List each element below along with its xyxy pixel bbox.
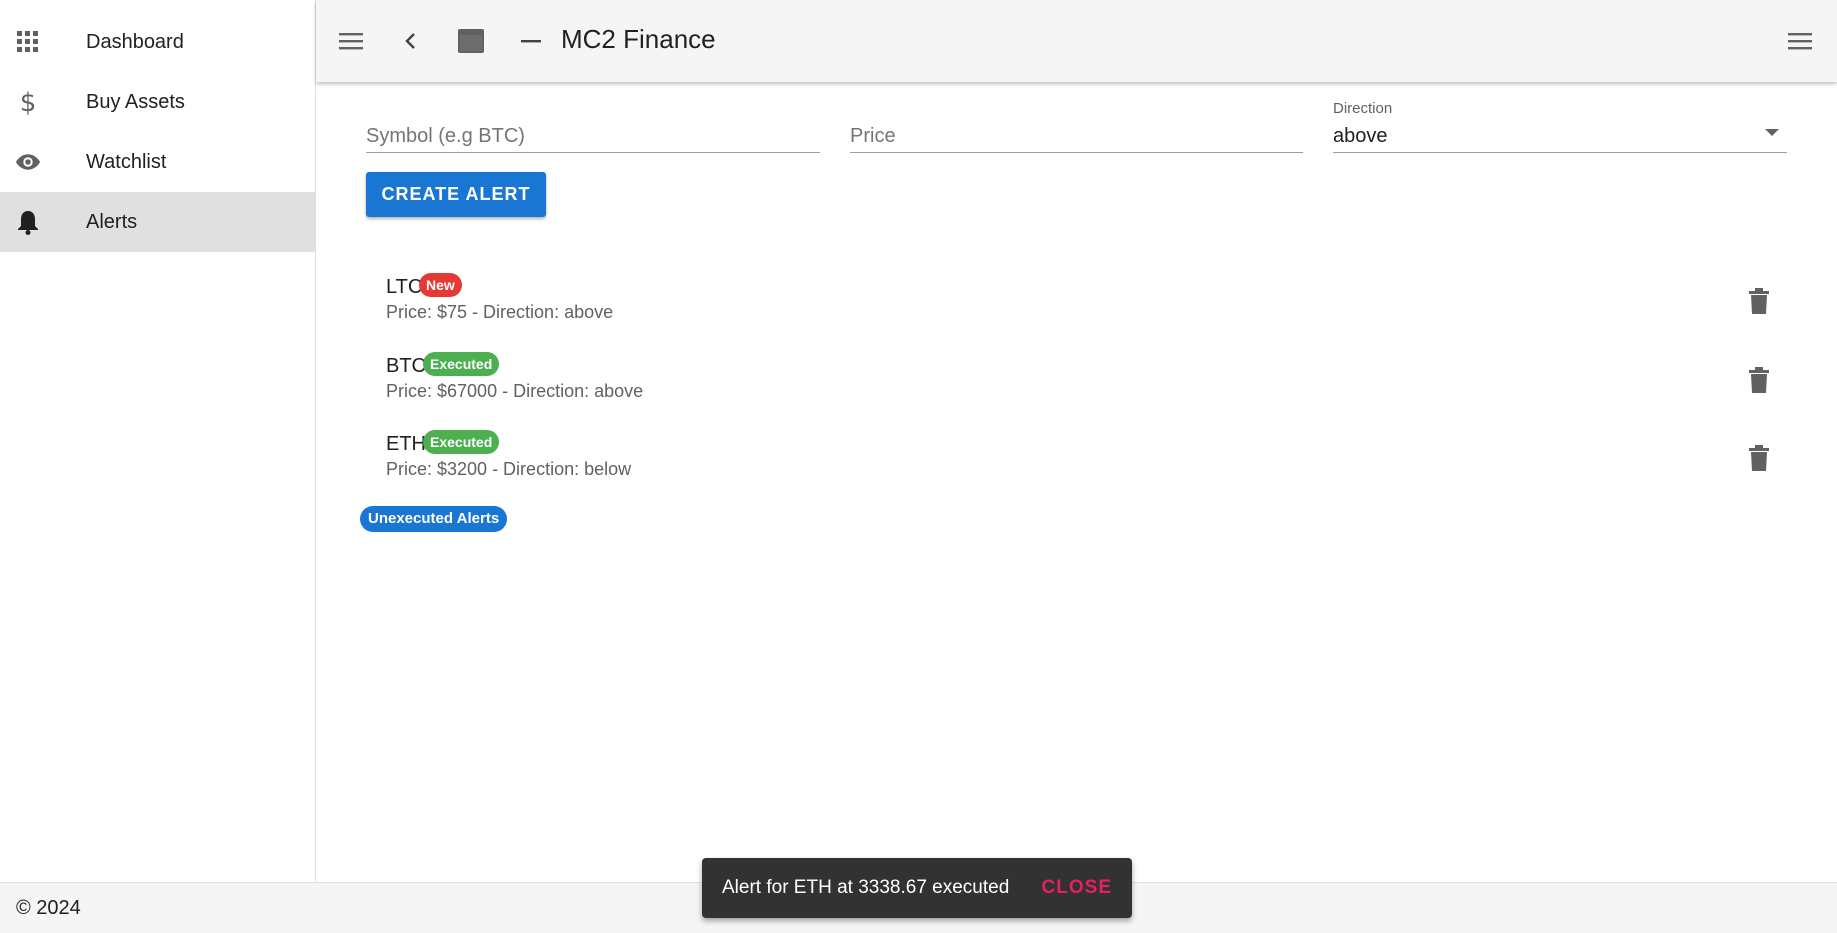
sidebar-item-label: Watchlist — [86, 150, 167, 173]
sidebar-item-label: Buy Assets — [86, 90, 185, 113]
bell-icon — [16, 210, 40, 235]
sidebar-item-alerts[interactable]: Alerts — [0, 192, 315, 252]
create-alert-button[interactable]: CREATE ALERT — [366, 172, 546, 217]
direction-select[interactable]: Direction above — [1333, 100, 1787, 153]
price-field — [850, 100, 1303, 153]
more-menu-icon[interactable] — [1785, 26, 1815, 56]
alert-symbol: ETH — [386, 433, 426, 455]
alert-description: Price: $75 - Direction: above — [386, 302, 614, 322]
alert-list-item: LTC New Price: $75 - Direction: above — [386, 273, 1776, 346]
svg-text:$: $ — [20, 88, 37, 116]
alert-symbol: BTC — [386, 355, 426, 377]
executed-badge: Executed — [423, 352, 500, 376]
sidebar-item-label: Alerts — [86, 210, 138, 233]
delete-icon[interactable] — [1742, 363, 1776, 397]
new-badge: New — [419, 273, 462, 297]
snackbar: Alert for ETH at 3338.67 executed CLOSE — [702, 858, 1132, 918]
alert-list-item: ETH Executed Price: $3200 - Direction: b… — [386, 430, 1776, 503]
alert-list-item: BTC Executed Price: $67000 - Direction: … — [386, 352, 1776, 425]
minimize-icon[interactable] — [516, 26, 546, 56]
alert-description: Price: $3200 - Direction: below — [386, 459, 632, 479]
price-input[interactable] — [850, 125, 1303, 148]
symbol-input[interactable] — [366, 125, 820, 148]
symbol-field — [366, 100, 820, 153]
sidebar-item-buy-assets[interactable]: $ Buy Assets — [0, 72, 315, 132]
menu-icon[interactable] — [336, 26, 366, 56]
direction-value: above — [1333, 125, 1388, 147]
dollar-icon: $ — [16, 88, 40, 116]
direction-label: Direction — [1333, 100, 1393, 117]
eye-icon — [16, 150, 40, 174]
delete-icon[interactable] — [1742, 441, 1776, 475]
snackbar-message: Alert for ETH at 3338.67 executed — [722, 877, 1010, 898]
snackbar-close-button[interactable]: CLOSE — [1042, 877, 1112, 899]
dropdown-caret-icon — [1765, 129, 1779, 136]
unexecuted-alerts-chip[interactable]: Unexecuted Alerts — [360, 506, 508, 532]
delete-icon[interactable] — [1742, 284, 1776, 318]
executed-badge: Executed — [423, 430, 500, 454]
alert-description: Price: $67000 - Direction: above — [386, 381, 644, 401]
sidebar-item-label: Dashboard — [86, 30, 184, 53]
page-title: MC2 Finance — [561, 24, 716, 54]
copyright-text: © 2024 — [16, 897, 81, 919]
alert-symbol: LTC — [386, 276, 423, 298]
sidebar-item-dashboard[interactable]: Dashboard — [0, 12, 315, 72]
window-icon[interactable] — [456, 26, 486, 56]
sidebar: Dashboard $ Buy Assets Watchlist Alerts — [0, 0, 316, 882]
grid-icon — [16, 30, 40, 54]
app-toolbar: MC2 Finance — [316, 0, 1837, 82]
chevron-left-icon[interactable] — [396, 26, 426, 56]
sidebar-item-watchlist[interactable]: Watchlist — [0, 132, 315, 192]
